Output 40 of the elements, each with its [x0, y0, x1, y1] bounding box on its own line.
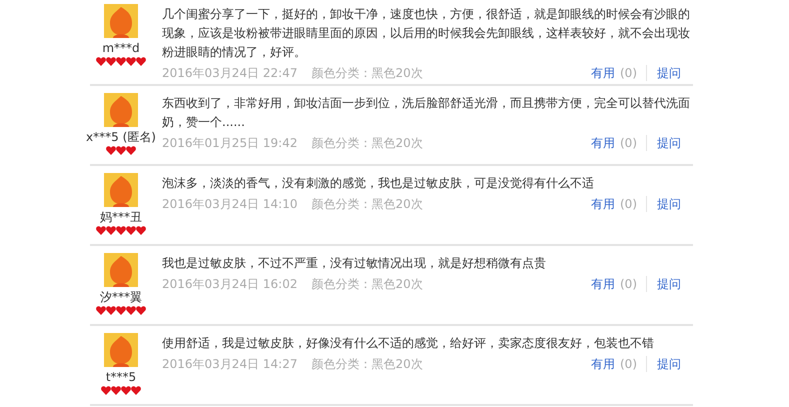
useful-count: (0) [620, 356, 637, 373]
user-name: 妈***丑 [100, 209, 142, 225]
review-text: 泡沫多，淡淡的香气，没有刺激的感觉，我也是过敏皮肤，可是没觉得有什么不适 [162, 175, 595, 192]
product-variant: 颜色分类：黑色20次 [311, 135, 423, 152]
review-text: 我也是过敏皮肤，不过不严重，没有过敏情况出现，就是好想稍微有点贵 [162, 255, 547, 272]
useful-link[interactable]: 有用 [591, 134, 615, 152]
product-variant: 颜色分类：黑色20次 [311, 356, 423, 373]
avatar [104, 173, 138, 207]
ask-link[interactable]: 提问 [657, 134, 681, 152]
review-date: 2016年03月24日 14:27 [162, 356, 298, 373]
product-variant: 颜色分类：黑色20次 [311, 196, 423, 213]
review-date: 2016年03月24日 22:47 [162, 65, 298, 82]
useful-link[interactable]: 有用 [591, 64, 615, 82]
ask-link[interactable]: 提问 [657, 355, 681, 373]
avatar [104, 253, 138, 287]
useful-count: (0) [620, 276, 637, 293]
ask-link[interactable]: 提问 [657, 64, 681, 82]
user-name: t***5 [106, 369, 136, 385]
useful-link[interactable]: 有用 [591, 355, 615, 373]
ask-link[interactable]: 提问 [657, 195, 681, 213]
user-name: 汐***翼 [100, 289, 142, 305]
review-date: 2016年03月24日 14:10 [162, 196, 298, 213]
useful-link[interactable]: 有用 [591, 275, 615, 293]
product-variant: 颜色分类：黑色20次 [311, 65, 423, 82]
ask-link[interactable]: 提问 [657, 275, 681, 293]
review-date: 2016年03月24日 16:02 [162, 276, 298, 293]
avatar [104, 4, 138, 38]
avatar [104, 333, 138, 367]
product-variant: 颜色分类：黑色20次 [311, 276, 423, 293]
user-name: m***d [102, 40, 140, 56]
review-text: 东西收到了，非常好用，卸妆洁面一步到位，洗后脸部舒适光滑，而且携带方便，完全可以替代洗面奶，赞一个...... [162, 95, 691, 131]
useful-link[interactable]: 有用 [591, 195, 615, 213]
useful-count: (0) [620, 65, 637, 82]
user-name: x***5 (匿名) [86, 129, 156, 145]
review-text: 使用舒适，我是过敏皮肤，好像没有什么不适的感觉，给好评，卖家态度很友好，包装也不错 [162, 335, 655, 352]
useful-count: (0) [620, 196, 637, 213]
review-date: 2016年01月25日 19:42 [162, 135, 298, 152]
useful-count: (0) [620, 135, 637, 152]
review-text: 几个闺蜜分享了一下，挺好的，卸妆干净，速度也快，方便，很舒适，就是卸眼线的时候会有沙眼的现象，应该是妆粉被带进眼睛里面的原因，以后用的时候我会先卸眼线，这样表较好，就不会出现妆粉进眼睛的情况了，好评。 [162, 6, 691, 61]
avatar [104, 93, 138, 127]
